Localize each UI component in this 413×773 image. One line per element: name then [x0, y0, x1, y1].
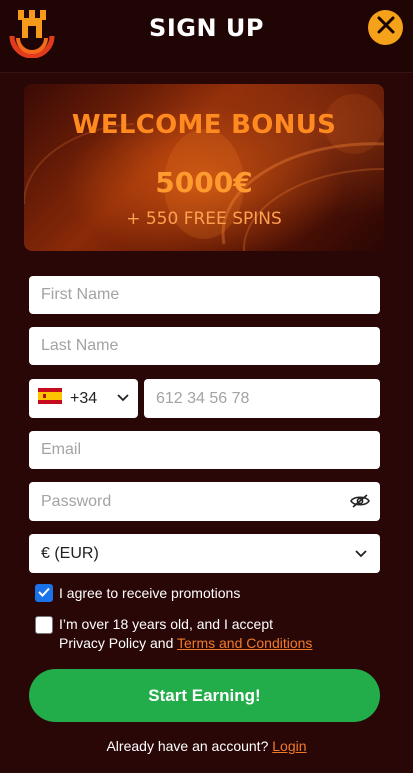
phone-number-input[interactable]	[144, 379, 380, 418]
phone-code-select[interactable]: +34	[29, 379, 138, 418]
currency-value: € (EUR)	[41, 544, 99, 562]
email-input[interactable]	[29, 431, 380, 469]
password-field	[29, 482, 380, 521]
last-name-input[interactable]	[29, 327, 380, 365]
close-button[interactable]	[368, 10, 403, 45]
header: SIGN UP	[0, 0, 413, 73]
phone-number-field	[144, 379, 380, 418]
terms-link[interactable]: Terms and Conditions	[177, 635, 312, 651]
login-prompt: Already have an account? Login	[0, 738, 413, 754]
checkmark-icon	[38, 584, 50, 602]
eye-slash-icon[interactable]	[350, 493, 370, 514]
free-spins-text: + 550 FREE SPINS	[126, 209, 282, 229]
currency-select[interactable]: € (EUR)	[29, 534, 380, 573]
promotions-checkbox[interactable]	[35, 584, 53, 602]
first-name-field	[29, 276, 380, 314]
login-prompt-text: Already have an account?	[106, 738, 273, 754]
banner-title: WELCOME BONUS	[71, 110, 337, 140]
first-name-input[interactable]	[29, 276, 380, 314]
age-terms-label: I’m over 18 years old, and I accept Priv…	[59, 615, 312, 653]
chevron-down-icon	[354, 546, 368, 565]
password-input[interactable]	[29, 482, 380, 521]
promotions-label: I agree to receive promotions	[59, 585, 241, 601]
page-title: SIGN UP	[149, 14, 264, 42]
age-terms-checkbox[interactable]	[35, 616, 53, 634]
welcome-bonus-banner: WELCOME BONUS 5000€ + 550 FREE SPINS	[24, 84, 384, 251]
phone-code-value: +34	[70, 389, 98, 407]
privacy-policy-text: Privacy Policy and	[59, 635, 178, 651]
bonus-amount: 5000€	[155, 166, 253, 199]
login-link[interactable]: Login	[272, 738, 306, 754]
last-name-field	[29, 327, 380, 365]
email-field	[29, 431, 380, 469]
age-terms-line2: Privacy Policy and Terms and Conditions	[59, 634, 312, 653]
spain-flag-icon	[38, 388, 62, 409]
age-terms-line1: I’m over 18 years old, and I accept	[59, 616, 273, 632]
chevron-down-icon	[116, 390, 130, 409]
age-terms-consent: I’m over 18 years old, and I accept Priv…	[35, 615, 312, 653]
close-icon	[377, 16, 395, 39]
start-earning-button[interactable]: Start Earning!	[29, 669, 380, 722]
promotions-consent: I agree to receive promotions	[35, 584, 240, 603]
